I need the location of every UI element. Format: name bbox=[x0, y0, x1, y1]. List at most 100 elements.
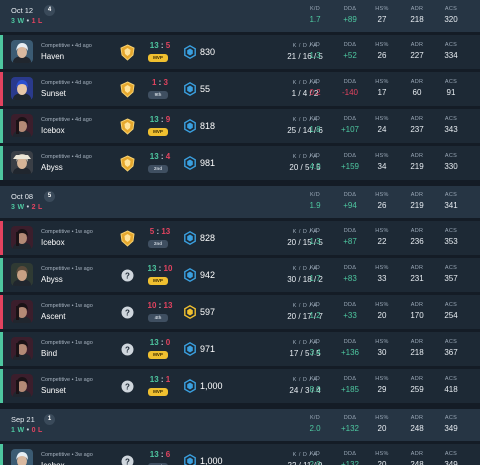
match-time-ago: 1w ago bbox=[75, 266, 93, 272]
match-stat-kd: K/D 3.4 bbox=[295, 339, 335, 357]
match-time-ago: 1w ago bbox=[75, 377, 93, 383]
match-row[interactable]: Competitive • 1w ago Sunset? 13 : 1 MVP 1,00… bbox=[0, 369, 480, 403]
match-score: 13 : 6 bbox=[142, 450, 178, 459]
stat-header: HS% bbox=[375, 153, 389, 159]
match-stat-acs: ACS 254 bbox=[431, 302, 471, 320]
stat-header: HS% bbox=[375, 6, 389, 12]
stat-value: 353 bbox=[444, 237, 458, 246]
match-stat-acs: ACS 349 bbox=[431, 451, 471, 465]
day-record: 1 W • 0 L bbox=[11, 427, 43, 434]
day-summary-row: Oct 08 5 3 W • 2 L K/D 1.9 DDΔ +94 HS% 26 ADR 219 A… bbox=[0, 186, 480, 218]
stat-header: K/D bbox=[309, 42, 321, 48]
score-separator: : bbox=[158, 338, 166, 347]
stat-value: 22 bbox=[377, 237, 387, 246]
match-score: 13 : 0 bbox=[142, 338, 178, 347]
match-mode: Competitive bbox=[41, 229, 71, 235]
agent-avatar bbox=[11, 77, 33, 100]
match-rating: 1,000 bbox=[200, 456, 223, 465]
stat-value: 1.3 bbox=[309, 51, 321, 60]
day-losses: 0 L bbox=[31, 427, 43, 434]
day-stat-acs: ACS 320 bbox=[431, 6, 471, 24]
mvp-badge: MVP bbox=[148, 54, 168, 62]
day-stat-kd: K/D 1.7 bbox=[295, 6, 335, 24]
map-name: Icebox bbox=[41, 126, 65, 135]
placement-badge: 9th bbox=[148, 91, 168, 99]
agent-avatar bbox=[11, 40, 33, 63]
map-name: Sunset bbox=[41, 386, 66, 395]
match-row[interactable]: Competitive • 3w agoIcebox?13 : 62nd1,00… bbox=[0, 444, 480, 465]
stat-header: K/D bbox=[309, 228, 321, 234]
day-date: Oct 12 bbox=[11, 6, 34, 15]
stat-header: ACS bbox=[444, 415, 458, 421]
stat-header: ACS bbox=[444, 451, 458, 457]
match-time-ago: 3w ago bbox=[75, 452, 93, 458]
result-accent-bar bbox=[0, 258, 3, 292]
result-accent-bar bbox=[0, 146, 3, 180]
enemy-score: 13 bbox=[163, 301, 173, 310]
match-rating: 55 bbox=[200, 84, 211, 94]
svg-text:?: ? bbox=[125, 346, 130, 355]
agent-avatar bbox=[11, 151, 33, 174]
match-score: 13 : 10 bbox=[142, 264, 178, 273]
stat-header: K/D bbox=[309, 79, 321, 85]
match-stat-hs: HS% 20 bbox=[362, 451, 402, 465]
rr-icon bbox=[184, 267, 196, 283]
match-mode: Competitive bbox=[41, 266, 71, 272]
match-row[interactable]: Competitive • 4d ago Haven 13 : 5 MVP 830 K /… bbox=[0, 35, 480, 69]
match-history-list: Oct 12 4 3 W • 1 L K/D 1.7 DDΔ +89 HS% 27 ADR 218 A… bbox=[0, 0, 480, 465]
match-rating: 830 bbox=[200, 47, 216, 57]
match-stat-kd: K/D 1.2 bbox=[295, 302, 335, 320]
day-record: 3 W • 1 L bbox=[11, 18, 43, 25]
match-stat-kd: K/D 1.3 bbox=[295, 228, 335, 246]
match-meta: Competitive • 4d ago bbox=[41, 154, 92, 160]
stat-header: K/D bbox=[309, 153, 321, 159]
match-row[interactable]: Competitive • 1w ago Abyss? 13 : 10 MVP 942 K… bbox=[0, 258, 480, 292]
match-row[interactable]: Competitive • 1w ago Bind? 13 : 0 MVP 971 K /… bbox=[0, 332, 480, 366]
stat-value: 357 bbox=[444, 274, 458, 283]
rank-icon bbox=[120, 155, 135, 172]
svg-text:?: ? bbox=[125, 458, 130, 465]
stat-header: K/D bbox=[309, 6, 321, 12]
result-accent-bar bbox=[0, 109, 3, 143]
match-stat-hs: HS% 33 bbox=[362, 265, 402, 283]
team-score: 13 bbox=[149, 450, 159, 459]
score-separator: : bbox=[158, 152, 166, 161]
match-row[interactable]: Competitive • 4d ago Sunset 1 : 3 9th 55 K / … bbox=[0, 72, 480, 106]
match-row[interactable]: Competitive • 1w ago Ascent? 10 : 13 4th 597… bbox=[0, 295, 480, 329]
match-time-ago: 1w ago bbox=[75, 340, 93, 346]
match-row[interactable]: Competitive • 1w ago Icebox 5 : 13 2nd 828 K … bbox=[0, 221, 480, 255]
match-time-ago: 1w ago bbox=[75, 229, 93, 235]
match-meta: Competitive • 1w ago bbox=[41, 229, 93, 235]
agent-avatar bbox=[11, 337, 33, 360]
stat-value: 334 bbox=[444, 51, 458, 60]
match-row[interactable]: Competitive • 4d ago Icebox 13 : 9 MVP 818 K … bbox=[0, 109, 480, 143]
stat-header: K/D bbox=[309, 339, 321, 345]
score-separator: : bbox=[158, 375, 166, 384]
day-stat-hs: HS% 27 bbox=[362, 6, 402, 24]
match-row[interactable]: Competitive • 4d ago Abyss 13 : 4 2nd 981 K /… bbox=[0, 146, 480, 180]
match-score: 10 : 13 bbox=[142, 301, 178, 310]
match-count-badge: 5 bbox=[44, 191, 55, 202]
stat-value: 1.7 bbox=[309, 15, 321, 24]
match-rating: 942 bbox=[200, 270, 216, 280]
placement-badge: 2nd bbox=[148, 240, 168, 248]
stat-value: 27 bbox=[377, 15, 387, 24]
score-separator: : bbox=[156, 78, 164, 87]
stat-value: 0.2 bbox=[309, 88, 321, 97]
team-score: 13 bbox=[149, 152, 159, 161]
match-mode: Competitive bbox=[41, 377, 71, 383]
day-stat-hs: HS% 20 bbox=[362, 415, 402, 433]
rank-icon: ? bbox=[120, 453, 135, 465]
match-time-ago: 4d ago bbox=[75, 80, 92, 86]
agent-avatar bbox=[11, 114, 33, 137]
match-stat-kd: K/D 8.0 bbox=[295, 376, 335, 394]
day-stat-kd: K/D 2.0 bbox=[295, 415, 335, 433]
stat-header: K/D bbox=[309, 265, 321, 271]
agent-avatar bbox=[11, 226, 33, 249]
match-rating: 818 bbox=[200, 121, 216, 131]
day-wins: 3 W bbox=[11, 18, 25, 25]
match-stat-hs: HS% 24 bbox=[362, 116, 402, 134]
rr-icon bbox=[184, 81, 196, 97]
stat-value: 33 bbox=[377, 274, 387, 283]
score-separator: : bbox=[156, 264, 164, 273]
